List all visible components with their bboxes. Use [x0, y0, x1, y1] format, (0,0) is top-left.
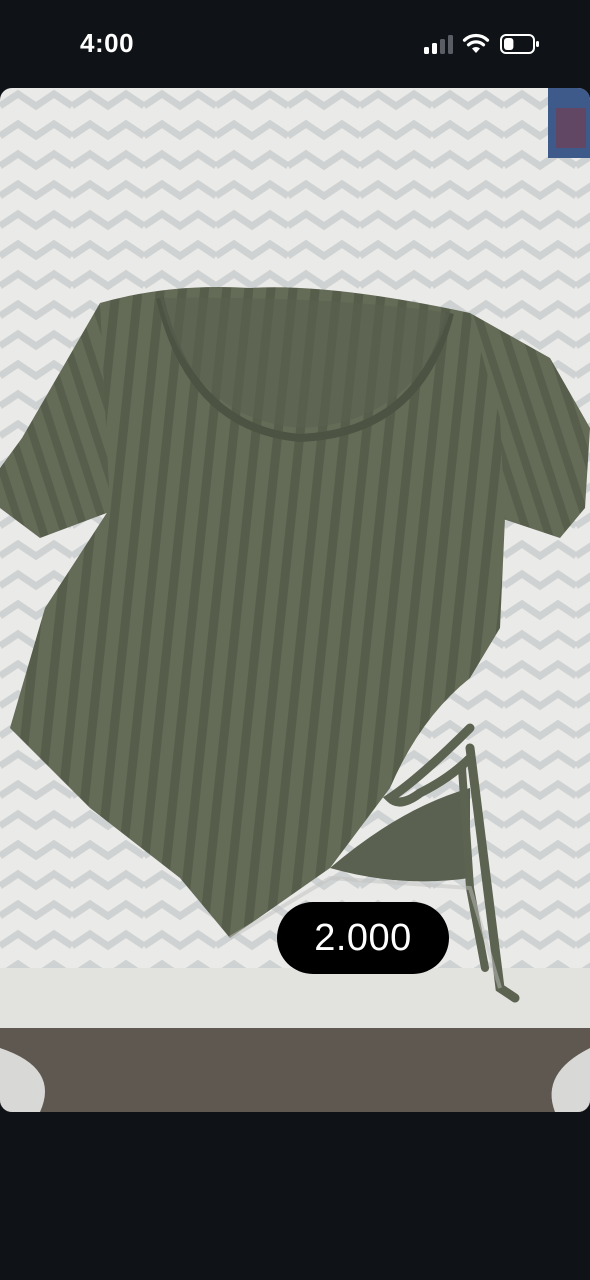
cellular-signal-icon	[424, 34, 454, 54]
wifi-icon	[462, 33, 490, 53]
price-badge[interactable]: 2.000	[277, 902, 449, 974]
screen: 4:00 2.000	[0, 0, 590, 1280]
status-time: 4:00	[80, 28, 135, 58]
status-bar: 4:00	[0, 0, 590, 88]
battery-icon	[500, 34, 539, 54]
bottom-area	[0, 1112, 590, 1280]
